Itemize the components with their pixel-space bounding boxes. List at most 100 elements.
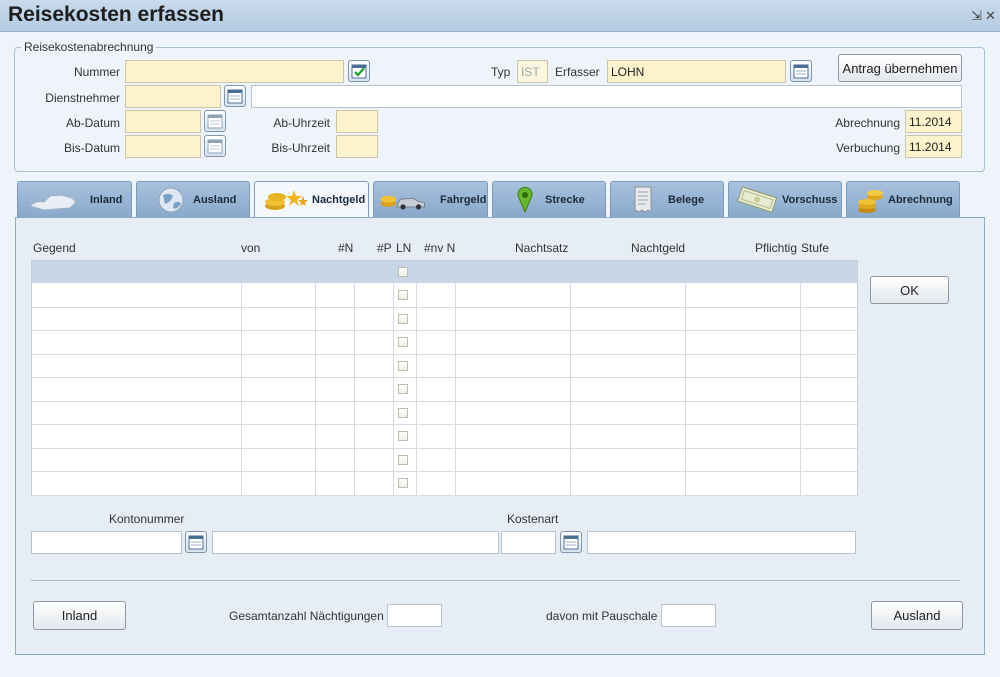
ln-checkbox[interactable] <box>398 478 408 488</box>
ln-checkbox[interactable] <box>398 384 408 394</box>
verbuchung-field[interactable] <box>905 135 962 158</box>
checkmark-icon <box>351 64 367 79</box>
ln-checkbox[interactable] <box>398 290 408 300</box>
inland-button[interactable]: Inland <box>33 601 126 630</box>
kostenart-field[interactable] <box>501 531 556 554</box>
nachtgeld-table[interactable] <box>31 260 858 496</box>
calendar-icon <box>207 139 223 154</box>
abrechnung-field[interactable] <box>905 110 962 133</box>
kontonummer-field[interactable] <box>31 531 182 554</box>
nummer-label: Nummer <box>73 65 120 79</box>
banknotes-icon <box>737 186 778 213</box>
tab-strecke[interactable]: Strecke <box>492 181 606 217</box>
col-stufe: Stufe <box>801 241 830 255</box>
pauschale-field[interactable] <box>661 604 716 627</box>
col-ln: LN <box>396 241 412 255</box>
table-row <box>32 377 857 378</box>
column-divider <box>416 283 417 495</box>
dienstnehmer-lookup-button[interactable] <box>224 85 246 107</box>
tab-abrechnung[interactable]: Abrechnung <box>846 181 960 217</box>
kostenart-lookup-button[interactable] <box>560 531 582 553</box>
window-title: Reisekosten erfassen <box>8 3 224 26</box>
validate-button[interactable] <box>348 60 370 82</box>
col-nachtsatz: Nachtsatz <box>515 241 569 255</box>
nummer-field[interactable] <box>125 60 344 83</box>
coins-car-icon <box>380 195 425 210</box>
bis-uhrzeit-field[interactable] <box>336 135 378 158</box>
col-pflichtig: Pflichtig <box>755 241 798 255</box>
coins-stars-icon <box>265 190 308 210</box>
table-row <box>32 448 857 449</box>
tab-abrechnung-label: Abrechnung <box>888 194 953 206</box>
calendar-icon <box>188 535 204 550</box>
tab-ausland[interactable]: Ausland <box>136 181 250 217</box>
col-von: von <box>241 241 261 255</box>
footer-divider <box>31 580 960 581</box>
column-divider <box>570 283 571 495</box>
pin-icon[interactable]: ⇲ <box>971 8 982 24</box>
ln-checkbox[interactable] <box>398 337 408 347</box>
ab-datum-field[interactable] <box>125 110 201 133</box>
austria-map-icon <box>29 194 77 211</box>
ln-checkbox[interactable] <box>398 431 408 441</box>
tab-nachtgeld-label: Nachtgeld <box>312 194 366 206</box>
ln-checkbox[interactable] <box>398 455 408 465</box>
column-divider <box>315 283 316 495</box>
bis-datum-label: Bis-Datum <box>63 141 120 155</box>
ab-datum-picker-button[interactable] <box>204 110 226 132</box>
ln-checkbox[interactable] <box>398 361 408 371</box>
col-gegend: Gegend <box>33 241 76 255</box>
table-row <box>32 330 857 331</box>
typ-label: Typ <box>491 65 511 79</box>
abrechnung-label: Abrechnung <box>835 116 900 130</box>
kontonummer-label: Kontonummer <box>109 512 185 526</box>
ok-button[interactable]: OK <box>870 276 949 304</box>
bis-datum-field[interactable] <box>125 135 201 158</box>
tab-nachtgeld[interactable]: Nachtgeld <box>254 181 369 219</box>
bis-datum-picker-button[interactable] <box>204 135 226 157</box>
tab-fahrgeld[interactable]: Fahrgeld <box>373 181 488 217</box>
column-divider <box>354 283 355 495</box>
close-icon[interactable]: ✕ <box>985 8 996 24</box>
calendar-icon <box>227 89 243 104</box>
dienstnehmer-field[interactable] <box>125 85 221 108</box>
table-row <box>32 495 857 496</box>
tab-inland-label: Inland <box>90 194 123 206</box>
dienstnehmer-label: Dienstnehmer <box>45 91 120 105</box>
col-nachtgeld: Nachtgeld <box>631 241 686 255</box>
ln-checkbox[interactable] <box>398 314 408 324</box>
ab-uhrzeit-field[interactable] <box>336 110 378 133</box>
col-p: #P <box>377 241 392 255</box>
tab-belege[interactable]: Belege <box>610 181 724 217</box>
dienstnehmer-name-field <box>251 85 962 108</box>
tab-ausland-label: Ausland <box>193 194 237 206</box>
tab-vorschuss[interactable]: Vorschuss <box>728 181 842 217</box>
erfasser-field[interactable] <box>607 60 786 83</box>
tab-inland[interactable]: Inland <box>17 181 132 217</box>
gesamtanzahl-field[interactable] <box>387 604 442 627</box>
kostenart-label: Kostenart <box>507 512 559 526</box>
table-row <box>32 401 857 402</box>
erfasser-lookup-button[interactable] <box>790 60 812 82</box>
kontonummer-lookup-button[interactable] <box>185 531 207 553</box>
bis-uhrzeit-label: Bis-Uhrzeit <box>271 141 330 155</box>
table-row <box>32 307 857 308</box>
column-divider <box>455 283 456 495</box>
ausland-button[interactable]: Ausland <box>871 601 963 630</box>
ab-uhrzeit-label: Ab-Uhrzeit <box>273 116 330 130</box>
column-divider <box>393 283 394 495</box>
typ-field <box>517 60 548 83</box>
group-legend: Reisekostenabrechnung <box>24 40 154 54</box>
calendar-icon <box>793 64 809 79</box>
table-row <box>32 471 857 472</box>
antrag-uebernehmen-button[interactable]: Antrag übernehmen <box>838 54 962 82</box>
verbuchung-label: Verbuchung <box>835 141 900 155</box>
column-divider <box>241 283 242 495</box>
table-filter-row <box>32 261 857 283</box>
table-row <box>32 354 857 355</box>
kontonummer-name-field <box>212 531 499 554</box>
ln-checkbox[interactable] <box>398 408 408 418</box>
ln-filter-checkbox[interactable] <box>398 267 408 277</box>
erfasser-label: Erfasser <box>555 65 600 79</box>
gesamtanzahl-label: Gesamtanzahl Nächtigungen <box>229 609 384 623</box>
